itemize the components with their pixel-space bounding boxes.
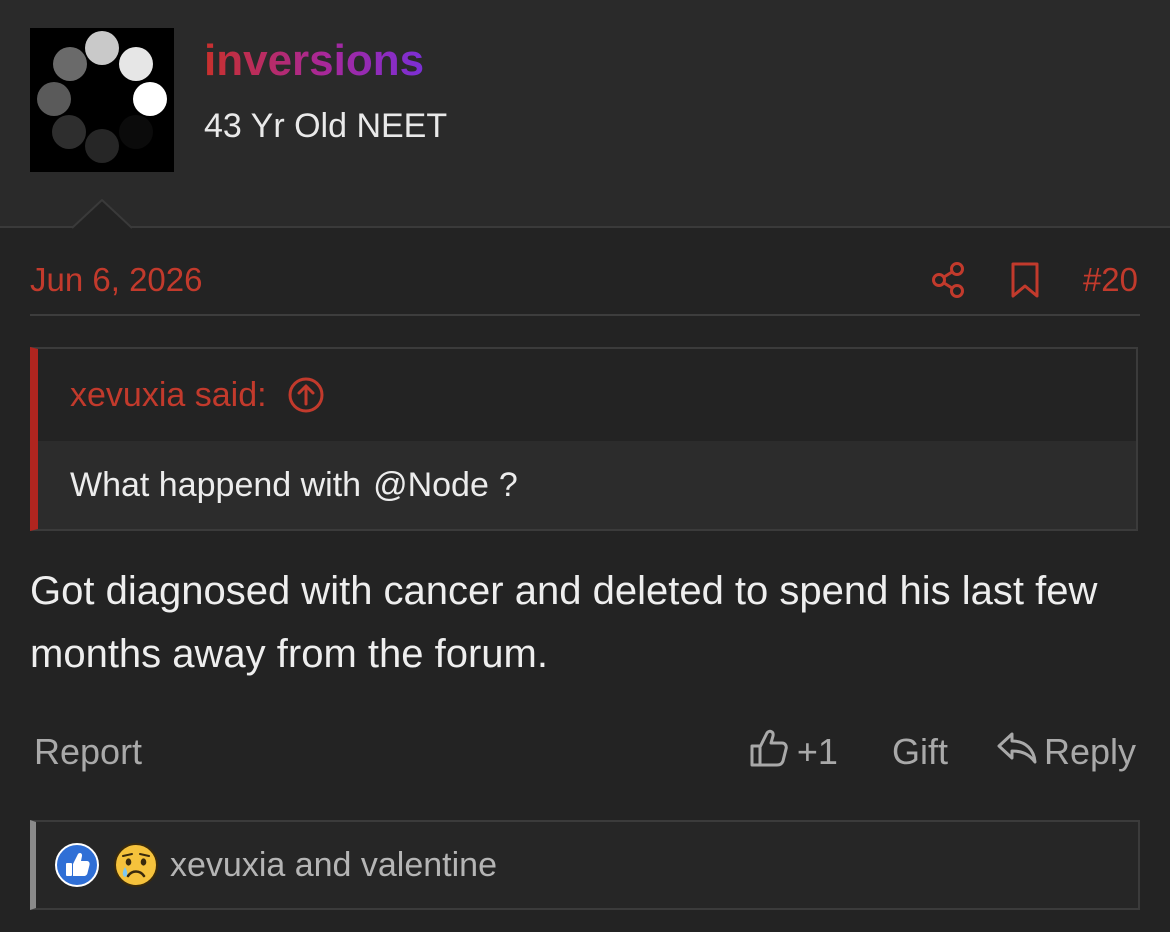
- reply-arrow-icon: [996, 730, 1038, 775]
- like-button[interactable]: +1: [749, 728, 838, 777]
- loading-spinner-avatar-graphic: [30, 28, 174, 172]
- bookmark-icon[interactable]: [1011, 262, 1039, 298]
- reaction-users-link[interactable]: xevuxia and valentine: [170, 846, 497, 885]
- share-icon[interactable]: [931, 262, 965, 298]
- sad-reaction-icon: [112, 841, 160, 889]
- thumbs-up-icon: [749, 728, 789, 777]
- scroll-up-circle-icon[interactable]: [287, 376, 325, 414]
- like-count: +1: [796, 731, 838, 772]
- user-header-pointer: [72, 199, 132, 229]
- post-header-divider: [30, 314, 1140, 316]
- report-link[interactable]: Report: [34, 730, 142, 774]
- user-title: 43 Yr Old NEET: [204, 107, 448, 145]
- user-header: inversions 43 Yr Old NEET: [0, 0, 1170, 228]
- reactions-bar[interactable]: xevuxia and valentine: [30, 820, 1140, 910]
- quote-text: What happend with: [70, 465, 362, 504]
- post-actions: +1 Gift Reply: [749, 728, 1136, 776]
- quote-block: xevuxia said: What happend with @Node ?: [30, 347, 1138, 531]
- gift-button[interactable]: Gift: [892, 731, 948, 773]
- quote-author-link[interactable]: xevuxia said:: [70, 375, 267, 415]
- mention-link[interactable]: @Node: [373, 466, 489, 505]
- like-reaction-icon: [54, 842, 100, 888]
- quote-header: xevuxia said:: [38, 349, 1136, 441]
- post-tools: #20: [931, 258, 1138, 302]
- quote-body: What happend with @Node ?: [38, 441, 1136, 529]
- avatar[interactable]: [30, 28, 174, 172]
- username[interactable]: inversions: [204, 36, 424, 86]
- post-message: Got diagnosed with cancer and deleted to…: [30, 569, 1098, 676]
- quote-text-end: ?: [498, 465, 518, 504]
- post-number-link[interactable]: #20: [1083, 260, 1138, 300]
- post-date[interactable]: Jun 6, 2026: [30, 260, 202, 300]
- reply-button[interactable]: Reply: [996, 730, 1136, 775]
- reply-label: Reply: [1043, 731, 1136, 772]
